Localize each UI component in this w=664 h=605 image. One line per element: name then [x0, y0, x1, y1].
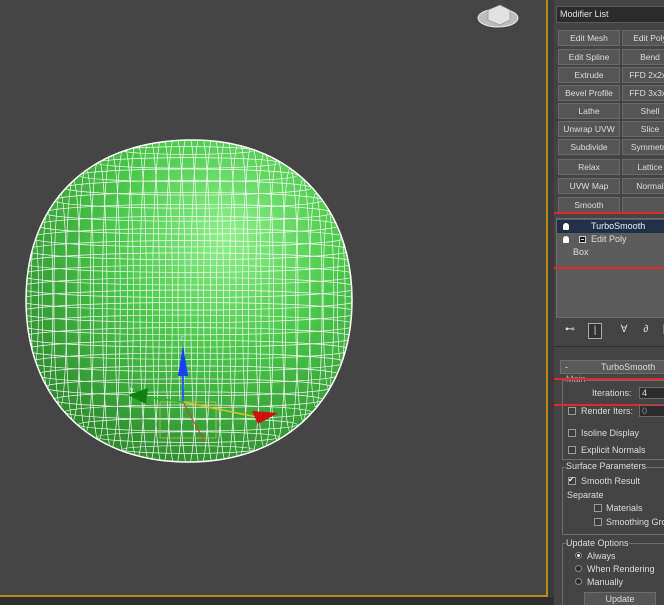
configure-sets-icon[interactable]: | [658, 323, 664, 337]
modifier-button-lattice[interactable]: Lattice [622, 159, 664, 175]
modifier-button-subdivide[interactable]: Subdivide [558, 139, 620, 155]
always-radio[interactable] [575, 552, 582, 559]
gizmo-y-label: y [130, 387, 134, 394]
separate-label: Separate [567, 490, 604, 500]
render-iters-spinner[interactable]: 0 [639, 405, 664, 417]
modifier-button-unwrap-uvw[interactable]: Unwrap UVW [558, 121, 620, 137]
highlight-box-stack [554, 212, 664, 269]
materials-checkbox[interactable] [594, 504, 602, 512]
smoothing-groups-label: Smoothing Groups [606, 517, 664, 527]
render-iters-label: Render Iters: [581, 406, 634, 416]
gizmo-z-label: z [180, 335, 184, 342]
modifier-button-shell[interactable]: Shell [622, 103, 664, 119]
manually-label: Manually [587, 577, 624, 587]
remove-modifier-icon[interactable]: ∂ [640, 323, 652, 337]
modifier-button-edit-spline[interactable]: Edit Spline [558, 49, 620, 65]
smooth-result-checkbox[interactable] [568, 475, 576, 485]
modifier-button-uvw-map[interactable]: UVW Map [558, 178, 620, 194]
modifier-list-dropdown[interactable]: Modifier List [556, 6, 664, 23]
modifier-button-ffd-2x2x2[interactable]: FFD 2x2x2 [622, 67, 664, 83]
modifier-button-normal[interactable]: Normal [622, 178, 664, 194]
modifier-button-slice[interactable]: Slice [622, 121, 664, 137]
smoothing-groups-checkbox[interactable] [594, 518, 602, 526]
viewcube-icon[interactable] [477, 4, 519, 28]
pin-stack-icon[interactable]: ⊷ [564, 323, 576, 337]
viewport-canvas[interactable]: z x y [0, 0, 548, 597]
group-update-label: Update Options [566, 538, 629, 548]
render-iters-checkbox[interactable] [568, 407, 576, 415]
rollout-header-turbosmooth[interactable]: - TurboSmooth [560, 360, 664, 374]
isoline-display-checkbox[interactable] [568, 429, 576, 437]
show-end-result-icon[interactable]: | [588, 323, 602, 339]
group-surface-label: Surface Parameters [566, 461, 647, 471]
modifier-button-edit-poly[interactable]: Edit Poly [622, 30, 664, 46]
divider [554, 346, 664, 347]
modifier-button-smooth[interactable]: Smooth [558, 197, 620, 213]
when-rendering-radio[interactable] [575, 565, 582, 572]
materials-label: Materials [606, 503, 643, 513]
modifier-button-ffd-3x3x3[interactable]: FFD 3x3x3 [622, 85, 664, 101]
explicit-normals-checkbox[interactable] [568, 446, 576, 454]
isoline-display-label: Isoline Display [581, 428, 640, 438]
viewport-perspective[interactable]: z x y [0, 0, 548, 597]
modifier-button-bend[interactable]: Bend [622, 49, 664, 65]
modifier-button-relax[interactable]: Relax [558, 159, 620, 175]
modifier-button-empty[interactable] [622, 197, 664, 213]
modifier-button-extrude[interactable]: Extrude [558, 67, 620, 83]
modifier-button-symmetry[interactable]: Symmetry [622, 139, 664, 155]
modifier-button-bevel-profile[interactable]: Bevel Profile [558, 85, 620, 101]
gizmo-x-label: x [282, 403, 286, 410]
always-label: Always [587, 551, 616, 561]
stack-toolbar: ⊷ | ∀ ∂ | [556, 320, 664, 342]
modifier-button-lathe[interactable]: Lathe [558, 103, 620, 119]
when-rendering-label: When Rendering [587, 564, 655, 574]
command-panel: Modifier List Edit Mesh Edit Poly Edit Spl… [554, 0, 664, 605]
smooth-result-label: Smooth Result [581, 476, 641, 486]
manually-radio[interactable] [575, 578, 582, 585]
explicit-normals-label: Explicit Normals [581, 445, 646, 455]
highlight-box-iterations [554, 378, 664, 406]
make-unique-icon[interactable]: ∀ [618, 323, 630, 337]
modifier-button-edit-mesh[interactable]: Edit Mesh [558, 30, 620, 46]
update-button[interactable]: Update [584, 592, 656, 605]
